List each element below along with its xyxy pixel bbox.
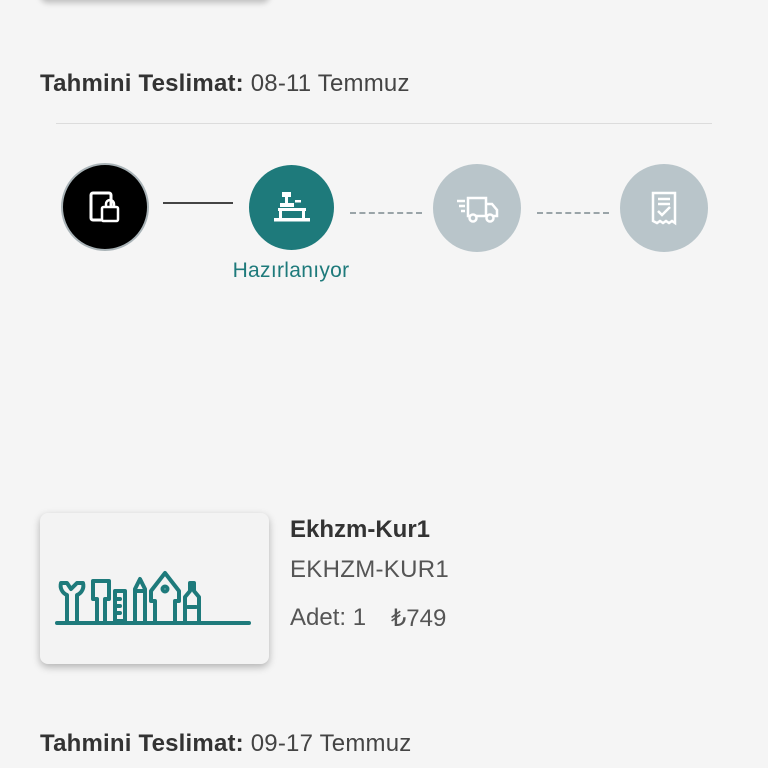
delivery-label: Tahmini Teslimat: — [40, 70, 244, 97]
delivery-estimate: Tahmini Teslimat: 09-17 Temmuz — [40, 730, 411, 758]
receipt-check-icon — [651, 191, 677, 226]
product-name[interactable]: Ekhzm-Kur1 — [290, 516, 430, 544]
progress-line-pending — [350, 212, 422, 214]
step-delivered — [620, 164, 708, 252]
delivery-label: Tahmini Teslimat: — [40, 730, 244, 757]
tools-illustration-icon — [54, 570, 251, 625]
delivery-estimate: Tahmini Teslimat: 08-11 Temmuz — [40, 70, 410, 98]
delivery-date: 08-11 Temmuz — [250, 70, 410, 97]
delivery-truck-icon — [457, 196, 499, 223]
progress-line-complete — [163, 202, 233, 204]
product-price: ₺749 — [391, 605, 447, 632]
step-label-preparing: Hazırlanıyor — [232, 259, 350, 282]
order-confirmed-icon — [89, 191, 120, 223]
product-image[interactable] — [40, 513, 269, 664]
product-quantity: Adet: 1 — [290, 604, 367, 631]
step-order-confirmed — [61, 163, 149, 251]
progress-line-pending — [537, 212, 609, 214]
divider — [56, 123, 712, 124]
workbench-icon — [273, 191, 310, 221]
step-shipping — [433, 164, 521, 252]
delivery-date: 09-17 Temmuz — [250, 730, 412, 757]
step-preparing — [249, 165, 334, 250]
product-sku: EKHZM-KUR1 — [290, 556, 450, 583]
